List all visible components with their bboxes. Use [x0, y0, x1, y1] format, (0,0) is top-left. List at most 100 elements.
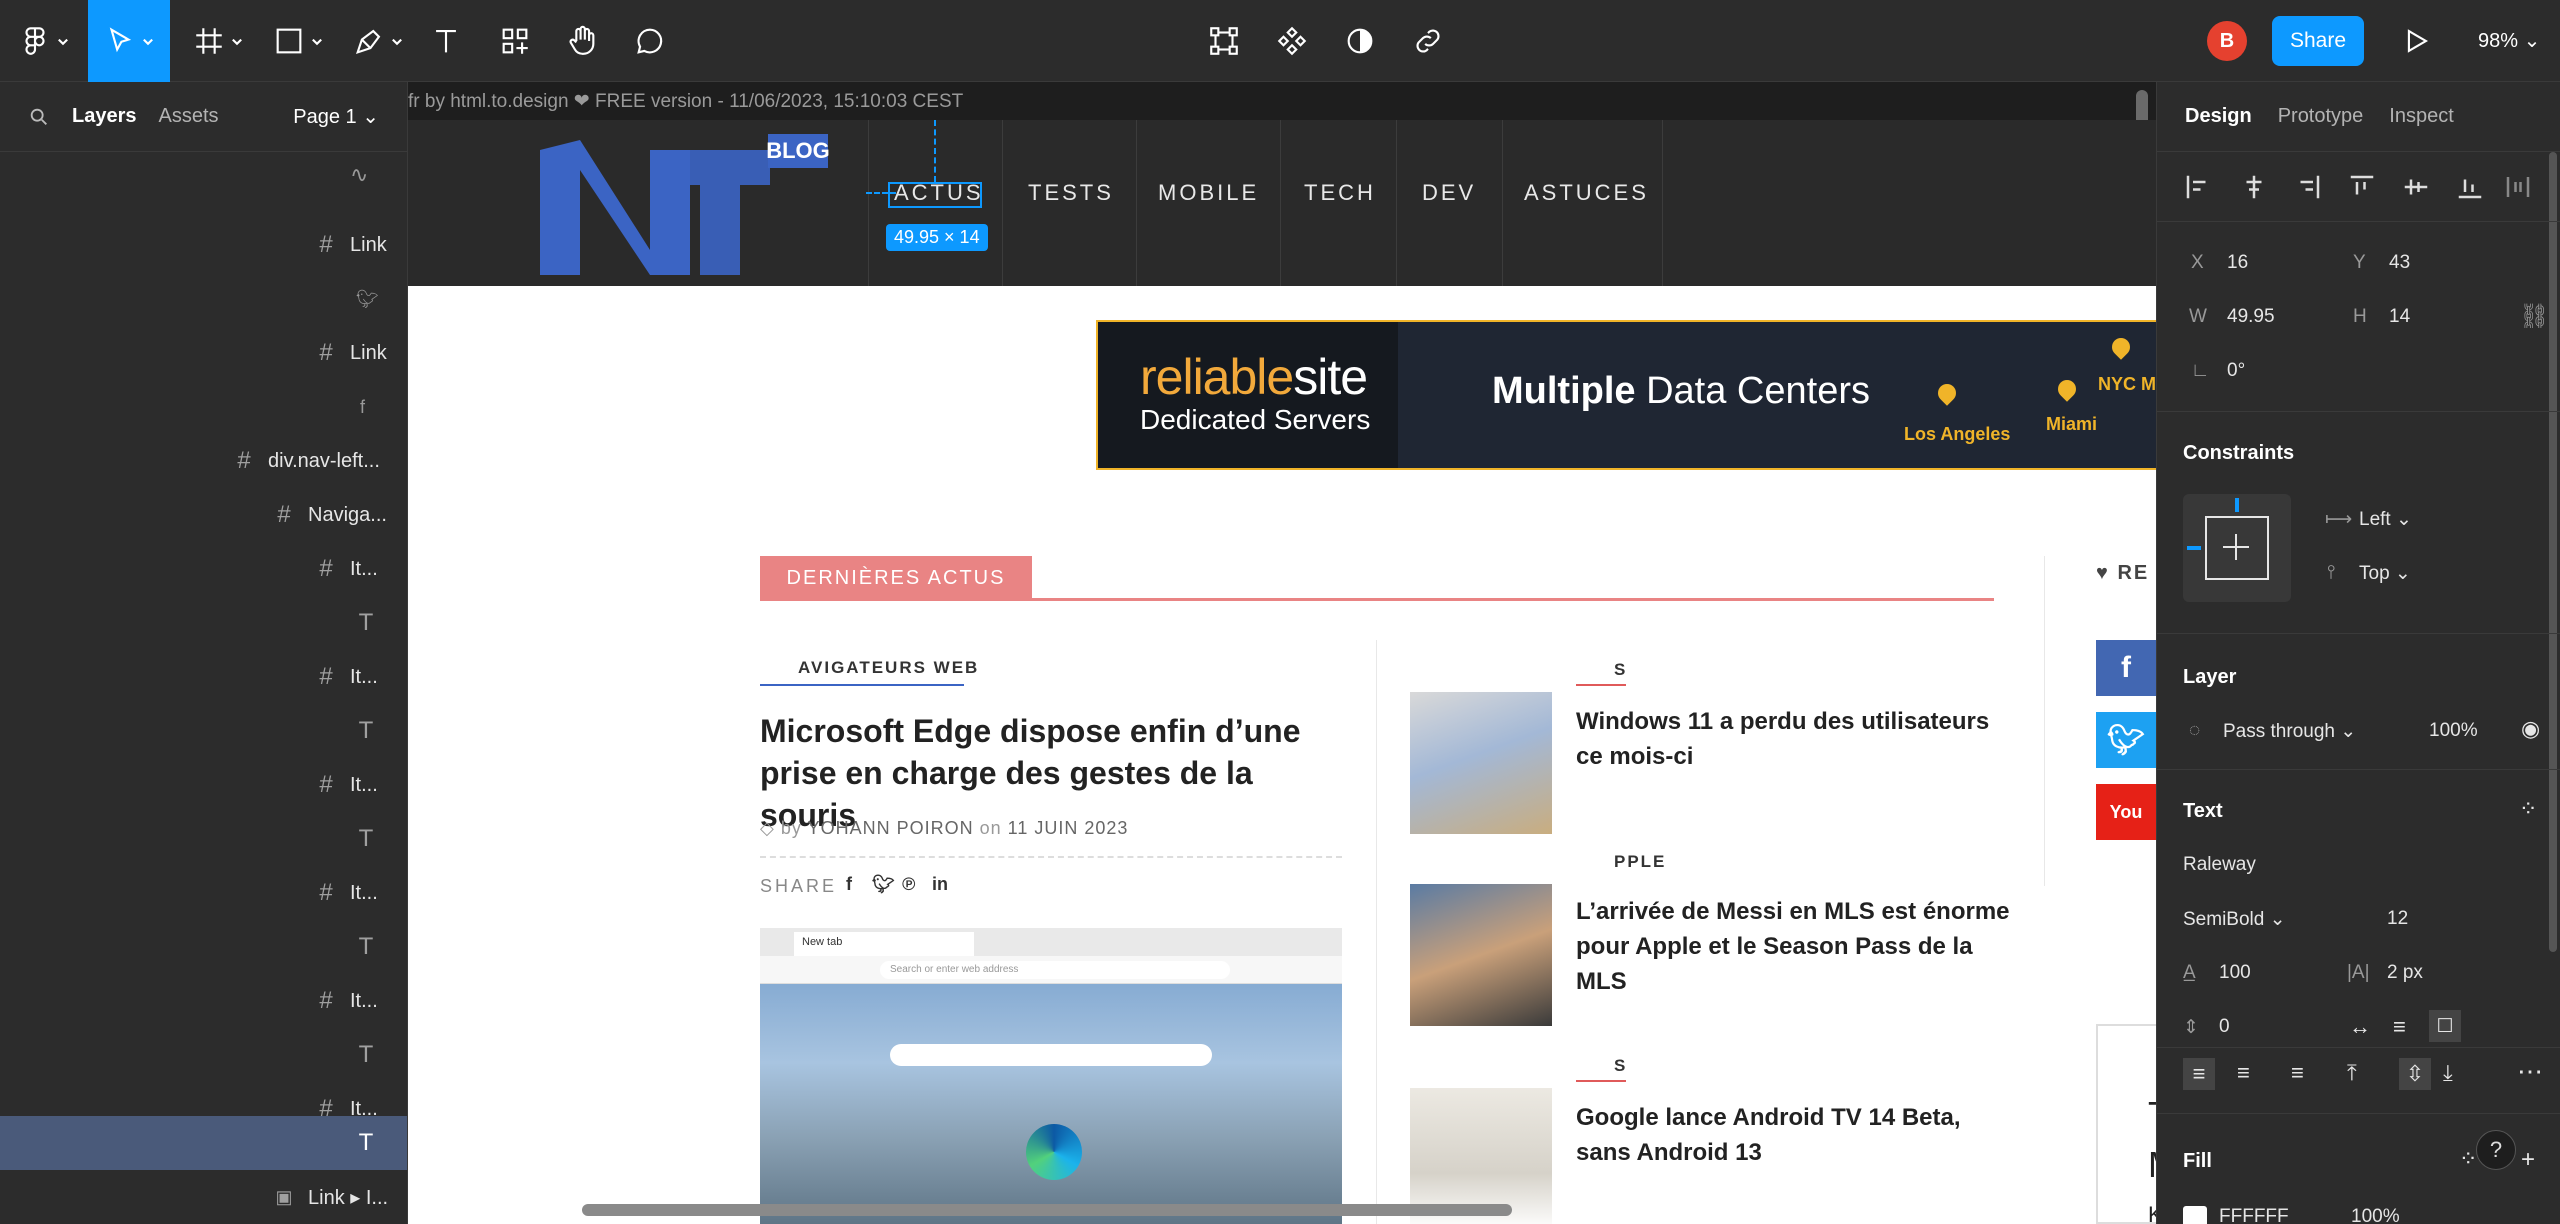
font-family-select[interactable]: Raleway — [2183, 854, 2256, 876]
tab-prototype[interactable]: Prototype — [2278, 105, 2364, 128]
text-align-center-icon[interactable]: ≡ — [2237, 1060, 2250, 1086]
nav-mobile[interactable]: MOBILE — [1158, 180, 1259, 206]
facebook-button[interactable]: f — [2096, 640, 2156, 696]
zoom-selector[interactable]: 98% ⌄ — [2478, 28, 2540, 53]
eye-icon[interactable]: ◉ — [2521, 716, 2540, 742]
create-component-button[interactable] — [1272, 0, 1312, 82]
nav-actus[interactable]: ACTUS — [894, 180, 984, 206]
layer-item[interactable]: # Naviga... — [0, 488, 407, 542]
layer-item[interactable]: # div.nav-left... — [0, 434, 407, 488]
pen-tool-button[interactable] — [346, 0, 410, 82]
fill-hex-input[interactable]: FFFFFF — [2219, 1206, 2289, 1224]
text-align-middle-icon[interactable]: ⇳ — [2399, 1058, 2431, 1090]
user-avatar[interactable]: B — [2207, 21, 2247, 61]
nav-tests[interactable]: TESTS — [1028, 180, 1114, 206]
fill-styles-icon[interactable]: ⁘ — [2459, 1146, 2477, 1172]
tab-layers[interactable]: Layers — [72, 105, 137, 128]
line-height-input[interactable]: 100 — [2219, 962, 2251, 984]
mask-button[interactable] — [1340, 0, 1380, 82]
text-align-bottom-icon[interactable]: ⤓ — [2443, 1060, 2453, 1086]
hand-tool-button[interactable] — [562, 0, 602, 82]
layer-item[interactable]: # It... — [0, 866, 407, 920]
youtube-button[interactable]: You — [2096, 784, 2156, 840]
fixed-size-icon[interactable]: ☐ — [2429, 1010, 2461, 1042]
text-align-left-icon[interactable]: ≡ — [2183, 1058, 2215, 1090]
layer-item[interactable]: # Link — [0, 218, 407, 272]
align-left-icon[interactable] — [2183, 172, 2213, 202]
main-menu-button[interactable] — [14, 0, 74, 82]
layer-item[interactable]: ∿ — [0, 148, 407, 202]
layer-item[interactable]: ▣ Link ▸ I... — [0, 1170, 407, 1224]
layer-item[interactable]: # It... — [0, 974, 407, 1028]
constraint-left-active[interactable] — [2187, 546, 2201, 550]
text-align-top-icon[interactable]: ⤒ — [2347, 1060, 2357, 1086]
vertical-constraint-select[interactable]: Top ⌄ — [2359, 562, 2411, 585]
constrain-proportions-icon[interactable]: ⛓ — [2519, 302, 2549, 331]
website-frame[interactable]: BLOG ACTUS 49.95 × 14 TESTS MOBILE TECH … — [408, 120, 2156, 1224]
twitter-button[interactable]: 🐦︎ — [2096, 712, 2156, 768]
nav-dev[interactable]: DEV — [1422, 180, 1476, 206]
auto-width-icon[interactable]: ↔ — [2349, 1014, 2371, 1040]
rotation-input[interactable]: 0° — [2227, 360, 2245, 382]
text-tool-button[interactable] — [426, 0, 466, 82]
tab-assets[interactable]: Assets — [159, 105, 219, 128]
article-category[interactable]: AVIGATEURS WEB — [798, 658, 979, 678]
layer-item[interactable]: f — [0, 380, 407, 434]
align-center-v-icon[interactable] — [2401, 172, 2431, 202]
add-fill-icon[interactable]: + — [2521, 1146, 2535, 1174]
tab-design[interactable]: Design — [2185, 105, 2252, 128]
card-category[interactable]: S — [1614, 660, 1627, 680]
align-top-icon[interactable] — [2347, 172, 2377, 202]
comment-tool-button[interactable] — [630, 0, 670, 82]
card-thumbnail[interactable] — [1410, 692, 1552, 834]
frame-tool-button[interactable] — [186, 0, 250, 82]
text-align-right-icon[interactable]: ≡ — [2291, 1060, 2304, 1086]
opacity-input[interactable]: 100% — [2429, 720, 2478, 742]
share-button[interactable]: Share — [2272, 16, 2364, 66]
card-category[interactable]: S — [1614, 1056, 1627, 1076]
blend-mode-select[interactable]: Pass through ⌄ — [2223, 720, 2356, 743]
layer-item[interactable]: 🐦︎ — [0, 272, 407, 326]
layer-item[interactable]: # Link — [0, 326, 407, 380]
x-input[interactable]: 16 — [2227, 252, 2248, 274]
w-input[interactable]: 49.95 — [2227, 306, 2275, 328]
site-header[interactable]: BLOG ACTUS 49.95 × 14 TESTS MOBILE TECH … — [408, 120, 2156, 286]
design-canvas[interactable]: fr by html.to.design ❤ FREE version - 11… — [408, 82, 2156, 1224]
article-image[interactable]: New tab Search or enter web address — [760, 928, 1342, 1224]
ad-banner[interactable]: reliablesite Dedicated Servers Multiple … — [1096, 320, 2156, 470]
nav-tech[interactable]: TECH — [1304, 180, 1376, 206]
card-title[interactable]: L’arrivée de Messi en MLS est énorme pou… — [1576, 894, 2016, 999]
page-selector[interactable]: Page 1 ⌄ — [293, 104, 379, 129]
twitter-icon[interactable]: 🐦︎ — [872, 874, 895, 895]
layer-item-selected[interactable]: T — [0, 1116, 407, 1170]
h-input[interactable]: 14 — [2389, 306, 2410, 328]
facebook-icon[interactable]: f — [846, 874, 852, 895]
shape-tool-button[interactable] — [266, 0, 330, 82]
font-size-input[interactable]: 12 — [2387, 908, 2408, 930]
layer-item[interactable]: T — [0, 704, 407, 758]
align-center-h-icon[interactable] — [2239, 172, 2269, 202]
layer-item[interactable]: # It... — [0, 542, 407, 596]
resources-button[interactable] — [494, 0, 536, 82]
more-options-icon[interactable]: ⋯ — [2517, 1056, 2543, 1087]
frame-label[interactable]: fr by html.to.design ❤ FREE version - 11… — [408, 90, 963, 113]
layer-item[interactable]: T — [0, 920, 407, 974]
help-button[interactable]: ? — [2476, 1130, 2516, 1170]
constraint-top-active[interactable] — [2235, 498, 2239, 512]
align-right-icon[interactable] — [2293, 172, 2323, 202]
pinterest-icon[interactable]: ℗ — [902, 874, 915, 895]
card-title[interactable]: Google lance Android TV 14 Beta, sans An… — [1576, 1100, 2016, 1170]
horizontal-constraint-select[interactable]: Left ⌄ — [2359, 508, 2412, 531]
constraint-widget[interactable] — [2183, 494, 2291, 602]
paragraph-spacing-input[interactable]: 0 — [2219, 1016, 2230, 1038]
auto-height-icon[interactable]: ≡ — [2393, 1014, 2406, 1040]
distribute-icon[interactable] — [2503, 172, 2533, 202]
search-icon[interactable] — [28, 106, 50, 128]
letter-spacing-input[interactable]: 2 px — [2387, 962, 2423, 984]
layer-item[interactable]: # It... — [0, 650, 407, 704]
card-title[interactable]: Windows 11 a perdu des utilisateurs ce m… — [1576, 704, 2016, 774]
nav-astuces[interactable]: ASTUCES — [1524, 180, 1649, 206]
text-styles-icon[interactable]: ⁘ — [2519, 796, 2537, 822]
link-button[interactable] — [1408, 0, 1448, 82]
card-category[interactable]: PPLE — [1614, 852, 1666, 872]
